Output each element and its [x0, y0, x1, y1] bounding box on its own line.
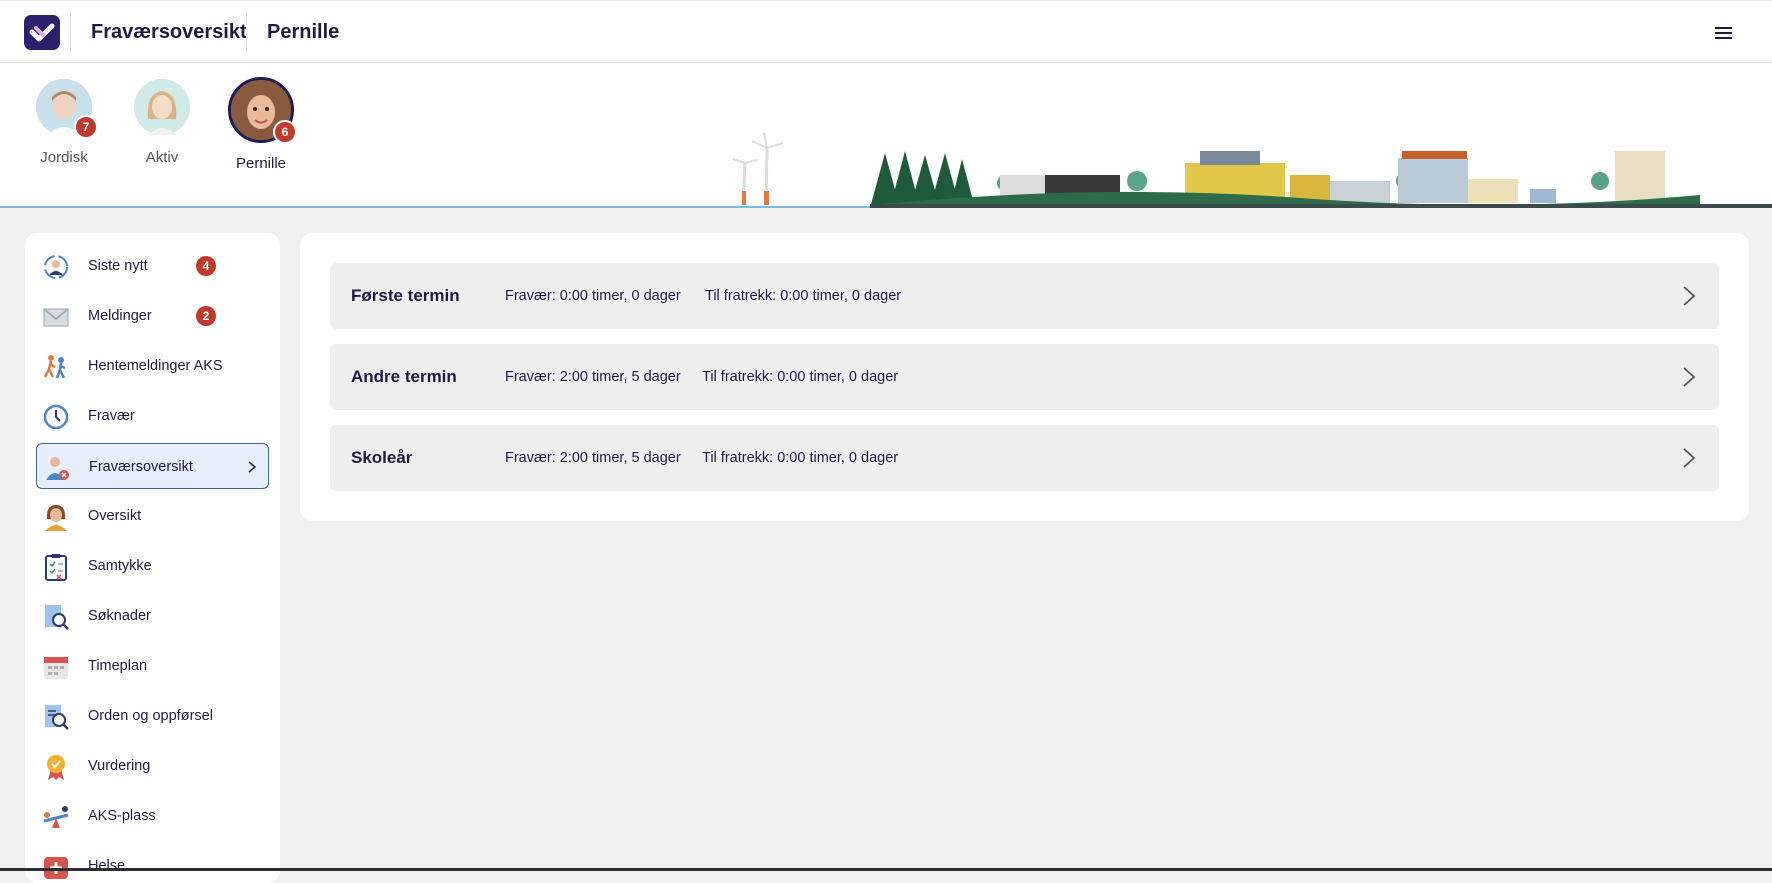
sidebar-item-label: Meldinger [88, 308, 152, 324]
section-title: Fraværsoversikt [91, 21, 247, 43]
header-divider [70, 11, 71, 53]
child-name: Pernille [235, 155, 287, 172]
sidebar-item-label: Samtykke [88, 558, 152, 574]
absence-summary-card: Første termin Fravær: 0:00 timer, 0 dage… [300, 233, 1749, 521]
chevron-right-icon [1683, 367, 1696, 387]
clock-icon [43, 404, 69, 430]
sidebar-item-label: Timeplan [88, 658, 148, 674]
chevron-right-icon [248, 461, 257, 473]
document-search-icon [45, 605, 69, 630]
conduct-search-icon [45, 705, 69, 730]
child-avatar-jordisk[interactable]: 7 Jordisk [19, 79, 109, 166]
sidebar-item-label: Orden og oppførsel [88, 708, 213, 724]
chevron-right-icon [1683, 448, 1696, 468]
sidebar-item-orden-og-oppforsel[interactable]: Orden og oppførsel [36, 693, 269, 739]
award-medal-icon [47, 755, 65, 780]
sidebar-item-aks-plass[interactable]: AKS-plass [36, 793, 269, 839]
unread-count-badge: 4 [196, 256, 216, 276]
term-row-forste-termin[interactable]: Første termin Fravær: 0:00 timer, 0 dage… [330, 263, 1719, 329]
sidebar-item-vurdering[interactable]: Vurdering [36, 743, 269, 789]
child-avatar-pernille[interactable]: 6 Pernille [216, 77, 306, 172]
term-title: Andre termin [351, 367, 457, 386]
term-title: Første termin [351, 286, 460, 305]
child-title: Pernille [267, 21, 340, 43]
sidebar-item-label: Fravær [88, 408, 135, 424]
term-row-skolear[interactable]: Skoleår Fravær: 2:00 timer, 5 dager Til … [330, 425, 1719, 491]
envelope-icon [43, 308, 69, 327]
chevron-right-icon [1683, 286, 1696, 306]
sidebar-item-soknader[interactable]: Søknader [36, 593, 269, 639]
sidebar-item-label: Søknader [88, 608, 151, 624]
sidebar-item-fravaersoversikt[interactable]: Fraværsoversikt [36, 443, 269, 489]
sidebar-item-meldinger[interactable]: Meldinger 2 [36, 293, 269, 339]
hamburger-menu-icon[interactable] [1712, 23, 1736, 43]
sidebar-item-oversikt[interactable]: Oversikt [36, 493, 269, 539]
avatar: 6 [228, 77, 297, 144]
absence-person-icon [46, 457, 69, 480]
sidebar-item-hentemeldinger-aks[interactable]: Hentemeldinger AKS [36, 343, 269, 389]
walking-people-icon [43, 355, 66, 379]
sidebar-item-label: Fraværsoversikt [89, 459, 193, 475]
avatar [134, 79, 190, 135]
term-absence: Fravær: 2:00 timer, 5 dager [505, 450, 681, 466]
student-icon [45, 505, 67, 531]
term-deduction: Til fratrekk: 0:00 timer, 0 dager [705, 288, 902, 304]
news-icon [44, 255, 68, 279]
sidebar-item-label: Helse [88, 858, 126, 874]
sidebar-item-samtykke[interactable]: Samtykke [36, 543, 269, 589]
notification-count-badge: 7 [74, 115, 98, 139]
sidebar-item-label: Hentemeldinger AKS [88, 358, 223, 374]
sidebar-item-helse[interactable]: Helse [36, 843, 269, 883]
sidebar-item-label: Oversikt [88, 508, 142, 524]
unread-count-badge: 2 [196, 306, 216, 326]
child-name: Aktiv [145, 149, 179, 166]
sidebar-item-label: Vurdering [88, 758, 151, 774]
app-logo-icon[interactable] [24, 15, 60, 50]
term-deduction: Til fratrekk: 0:00 timer, 0 dager [702, 450, 899, 466]
child-selector-banner: 7 Jordisk Aktiv 6 Pernille [0, 63, 1772, 208]
notification-count-badge: 6 [273, 120, 297, 144]
term-absence: Fravær: 2:00 timer, 5 dager [505, 369, 681, 385]
girl-face-icon [134, 79, 190, 135]
calendar-icon [44, 657, 68, 679]
term-deduction: Til fratrekk: 0:00 timer, 0 dager [702, 369, 899, 385]
sidebar-item-label: Siste nytt [88, 258, 148, 274]
sidebar-item-label: AKS-plass [88, 808, 156, 824]
clipboard-checklist-icon [45, 554, 67, 581]
term-row-andre-termin[interactable]: Andre termin Fravær: 2:00 timer, 5 dager… [330, 344, 1719, 410]
health-icon [44, 857, 68, 879]
sidebar-item-siste-nytt[interactable]: Siste nytt 4 [36, 243, 269, 289]
header-divider [246, 11, 247, 53]
top-header: Fraværsoversikt Pernille [0, 0, 1772, 63]
term-absence: Fravær: 0:00 timer, 0 dager [505, 288, 681, 304]
term-title: Skoleår [351, 448, 413, 467]
child-name: Jordisk [40, 149, 88, 166]
sidebar-item-timeplan[interactable]: Timeplan [36, 643, 269, 689]
sidebar-item-fravaer[interactable]: Fravær [36, 393, 269, 439]
avatar: 7 [36, 79, 98, 139]
sidebar-nav: Siste nytt 4 Meldinger 2 Hentemeldinger … [25, 233, 280, 883]
seesaw-icon [43, 806, 69, 828]
child-avatar-aktiv[interactable]: Aktiv [117, 79, 207, 166]
